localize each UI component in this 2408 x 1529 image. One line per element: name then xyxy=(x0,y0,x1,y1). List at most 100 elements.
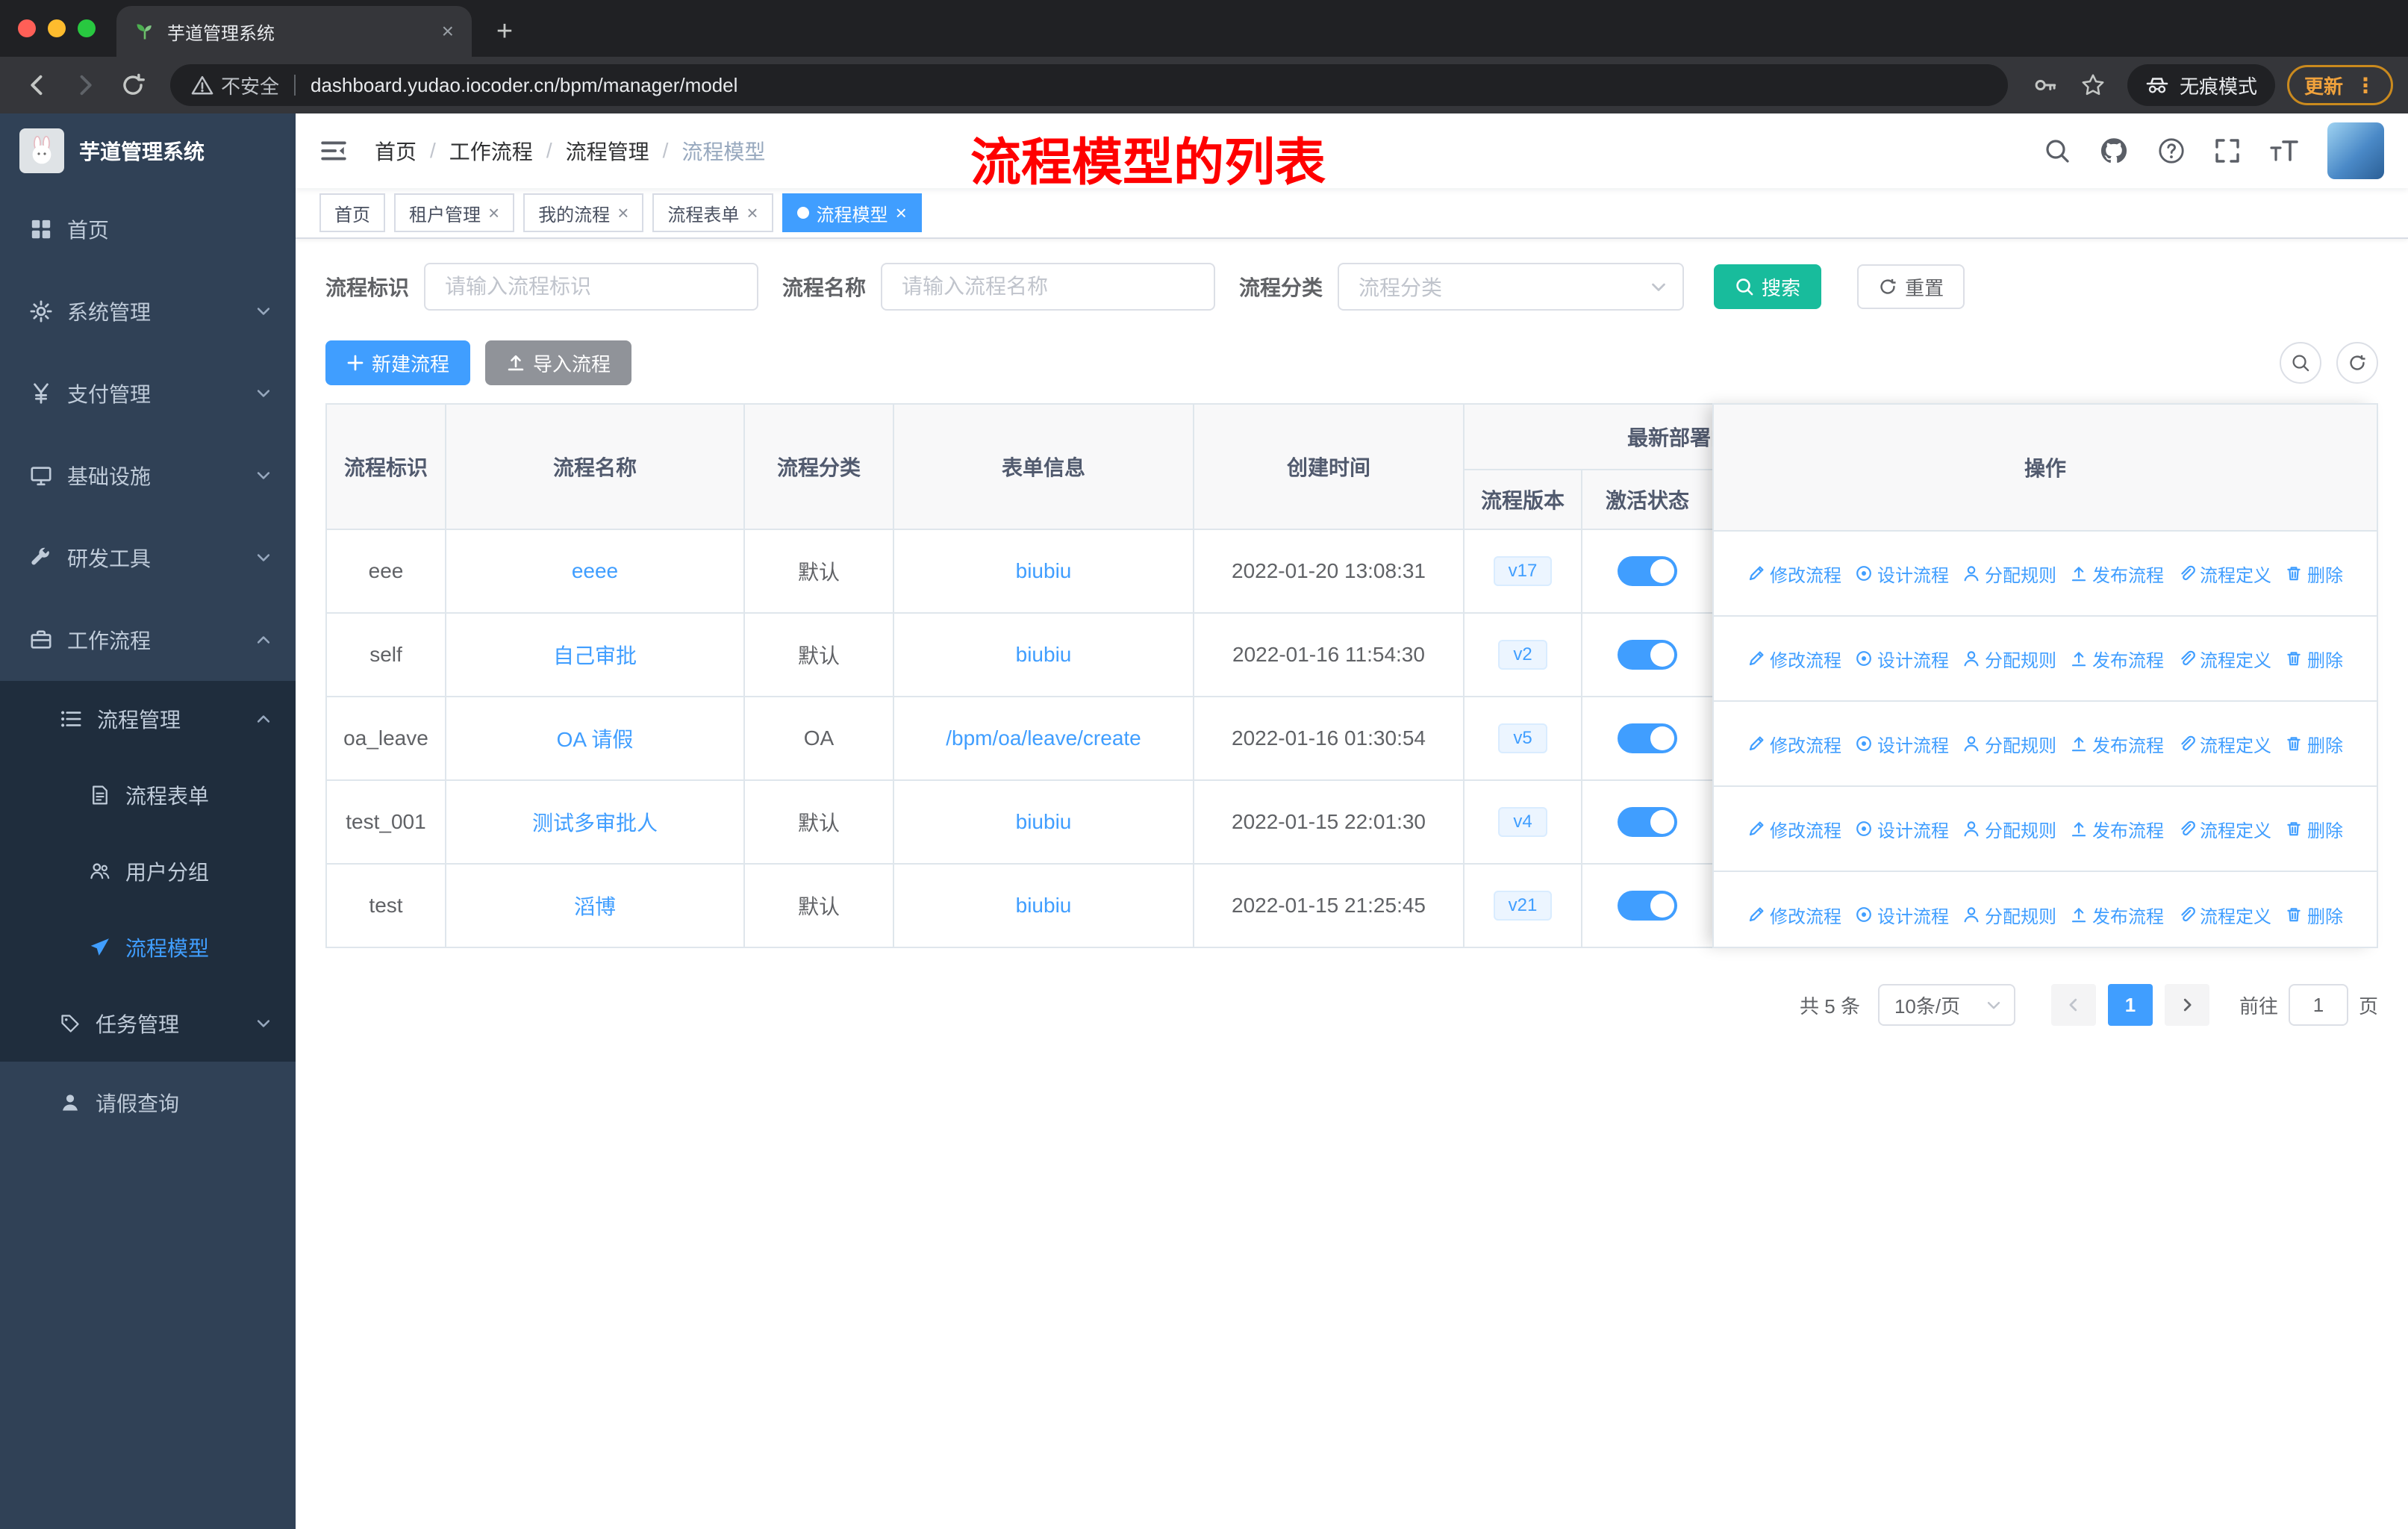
process-id-input[interactable] xyxy=(424,263,759,311)
close-window-button[interactable] xyxy=(18,19,36,37)
active-toggle[interactable] xyxy=(1618,640,1677,670)
browser-tab[interactable]: 芋道管理系统 × xyxy=(116,6,472,57)
publish-process-link[interactable]: 发布流程 xyxy=(2070,731,2164,757)
close-icon[interactable]: × xyxy=(746,203,758,222)
prev-page-button[interactable] xyxy=(2050,984,2096,1026)
key-icon[interactable] xyxy=(2023,63,2068,108)
delete-link[interactable]: 删除 xyxy=(2285,902,2343,928)
tag-process-model[interactable]: 流程模型 × xyxy=(782,193,922,232)
design-process-link[interactable]: 设计流程 xyxy=(1855,902,1949,928)
assign-rule-link[interactable]: 分配规则 xyxy=(1962,646,2056,672)
sidebar-item-leave-query[interactable]: 请假查询 xyxy=(0,1062,296,1144)
modify-process-link[interactable]: 修改流程 xyxy=(1747,646,1841,672)
publish-process-link[interactable]: 发布流程 xyxy=(2070,561,2164,587)
sidebar-item-home[interactable]: 首页 xyxy=(0,188,296,270)
collapse-sidebar-icon[interactable] xyxy=(319,137,348,165)
tag-home[interactable]: 首页 xyxy=(319,193,385,232)
process-definition-link[interactable]: 流程定义 xyxy=(2177,561,2271,587)
assign-rule-link[interactable]: 分配规则 xyxy=(1962,731,2056,757)
design-process-link[interactable]: 设计流程 xyxy=(1855,561,1949,587)
modify-process-link[interactable]: 修改流程 xyxy=(1747,731,1841,757)
fullscreen-icon[interactable] xyxy=(2214,137,2241,164)
design-process-link[interactable]: 设计流程 xyxy=(1855,816,1949,842)
goto-page-input[interactable] xyxy=(2288,984,2348,1026)
next-page-button[interactable] xyxy=(2164,984,2209,1026)
sidebar-item-process-management[interactable]: 流程管理 xyxy=(0,681,296,757)
new-tab-button[interactable]: + xyxy=(484,10,525,52)
modify-process-link[interactable]: 修改流程 xyxy=(1747,902,1841,928)
active-toggle[interactable] xyxy=(1618,723,1677,753)
font-size-icon[interactable] xyxy=(2269,137,2299,164)
page-number-button[interactable]: 1 xyxy=(2107,984,2153,1026)
active-toggle[interactable] xyxy=(1618,891,1677,921)
refresh-table-icon[interactable] xyxy=(2336,342,2378,384)
breadcrumb-workflow[interactable]: 工作流程 xyxy=(449,136,533,166)
design-process-link[interactable]: 设计流程 xyxy=(1855,731,1949,757)
modify-process-link[interactable]: 修改流程 xyxy=(1747,561,1841,587)
assign-rule-link[interactable]: 分配规则 xyxy=(1962,902,2056,928)
address-bar[interactable]: 不安全 dashboard.yudao.iocoder.cn/bpm/manag… xyxy=(170,64,2008,106)
delete-link[interactable]: 删除 xyxy=(2285,816,2343,842)
form-info-link[interactable]: biubiu xyxy=(1016,810,1072,833)
active-toggle[interactable] xyxy=(1618,556,1677,586)
tab-close-icon[interactable]: × xyxy=(442,19,454,43)
assign-rule-link[interactable]: 分配规则 xyxy=(1962,816,2056,842)
sidebar-item-task-management[interactable]: 任务管理 xyxy=(0,985,296,1062)
sidebar-item-process-model[interactable]: 流程模型 xyxy=(0,909,296,985)
process-definition-link[interactable]: 流程定义 xyxy=(2177,646,2271,672)
form-info-link[interactable]: /bpm/oa/leave/create xyxy=(946,726,1141,750)
sidebar-item-infrastructure[interactable]: 基础设施 xyxy=(0,435,296,517)
reload-icon[interactable] xyxy=(110,63,155,108)
github-icon[interactable] xyxy=(2099,136,2129,166)
form-info-link[interactable]: biubiu xyxy=(1016,643,1072,666)
sidebar-item-system[interactable]: 系统管理 xyxy=(0,270,296,352)
back-icon[interactable] xyxy=(15,63,60,108)
delete-link[interactable]: 删除 xyxy=(2285,731,2343,757)
process-definition-link[interactable]: 流程定义 xyxy=(2177,816,2271,842)
form-info-link[interactable]: biubiu xyxy=(1016,559,1072,582)
security-status[interactable]: 不安全 xyxy=(191,72,279,99)
maximize-window-button[interactable] xyxy=(78,19,96,37)
process-name-link[interactable]: 自己审批 xyxy=(553,644,637,667)
publish-process-link[interactable]: 发布流程 xyxy=(2070,646,2164,672)
sidebar-item-process-form[interactable]: 流程表单 xyxy=(0,757,296,833)
search-icon[interactable] xyxy=(2044,137,2071,164)
close-icon[interactable]: × xyxy=(896,203,907,222)
reset-button[interactable]: 重置 xyxy=(1857,264,1965,309)
process-definition-link[interactable]: 流程定义 xyxy=(2177,731,2271,757)
tag-tenant-management[interactable]: 租户管理 × xyxy=(394,193,515,232)
close-icon[interactable]: × xyxy=(488,203,499,222)
breadcrumb-home[interactable]: 首页 xyxy=(375,136,417,166)
search-button[interactable]: 搜索 xyxy=(1714,264,1822,309)
delete-link[interactable]: 删除 xyxy=(2285,646,2343,672)
sidebar-item-payment[interactable]: 支付管理 xyxy=(0,352,296,435)
assign-rule-link[interactable]: 分配规则 xyxy=(1962,561,2056,587)
process-name-link[interactable]: OA 请假 xyxy=(557,728,634,751)
create-process-button[interactable]: 新建流程 xyxy=(325,340,471,385)
bookmark-star-icon[interactable] xyxy=(2071,63,2115,108)
modify-process-link[interactable]: 修改流程 xyxy=(1747,816,1841,842)
process-name-link[interactable]: 滔博 xyxy=(574,895,616,918)
help-icon[interactable] xyxy=(2157,137,2186,165)
sidebar-item-user-group[interactable]: 用户分组 xyxy=(0,833,296,909)
browser-update-button[interactable]: 更新 ⋮ xyxy=(2286,65,2393,105)
process-name-input[interactable] xyxy=(881,263,1216,311)
browser-menu-icon[interactable]: ⋮ xyxy=(2355,73,2376,98)
design-process-link[interactable]: 设计流程 xyxy=(1855,646,1949,672)
process-name-link[interactable]: eeee xyxy=(572,559,618,582)
breadcrumb-process-management[interactable]: 流程管理 xyxy=(566,136,649,166)
page-size-select[interactable]: 10条/页 xyxy=(1877,984,2015,1026)
close-icon[interactable]: × xyxy=(617,203,628,222)
process-name-link[interactable]: 测试多审批人 xyxy=(532,812,658,835)
tag-my-process[interactable]: 我的流程 × xyxy=(523,193,644,232)
user-avatar[interactable] xyxy=(2327,122,2384,179)
active-toggle[interactable] xyxy=(1618,807,1677,837)
process-definition-link[interactable]: 流程定义 xyxy=(2177,902,2271,928)
publish-process-link[interactable]: 发布流程 xyxy=(2070,816,2164,842)
minimize-window-button[interactable] xyxy=(48,19,66,37)
import-process-button[interactable]: 导入流程 xyxy=(485,340,632,385)
delete-link[interactable]: 删除 xyxy=(2285,561,2343,587)
sidebar-item-workflow[interactable]: 工作流程 xyxy=(0,599,296,681)
category-select[interactable]: 流程分类 xyxy=(1338,263,1685,311)
forward-icon[interactable] xyxy=(63,63,107,108)
